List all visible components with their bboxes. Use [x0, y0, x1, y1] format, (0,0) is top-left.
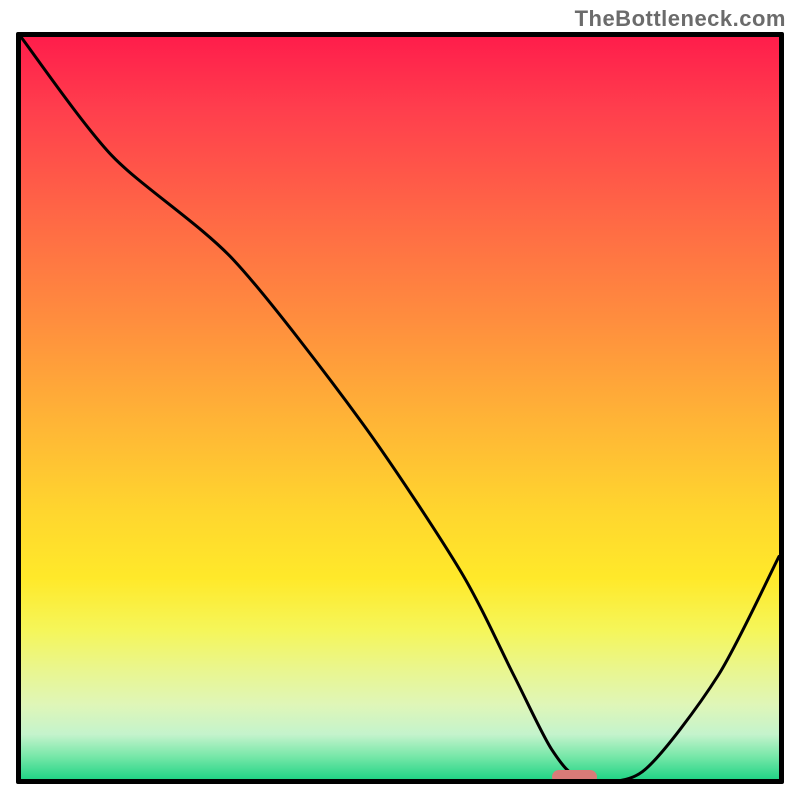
chart-frame: [16, 32, 784, 784]
watermark-label: TheBottleneck.com: [575, 6, 786, 32]
optimal-marker: [552, 770, 597, 784]
chart-background-gradient: [21, 37, 779, 779]
